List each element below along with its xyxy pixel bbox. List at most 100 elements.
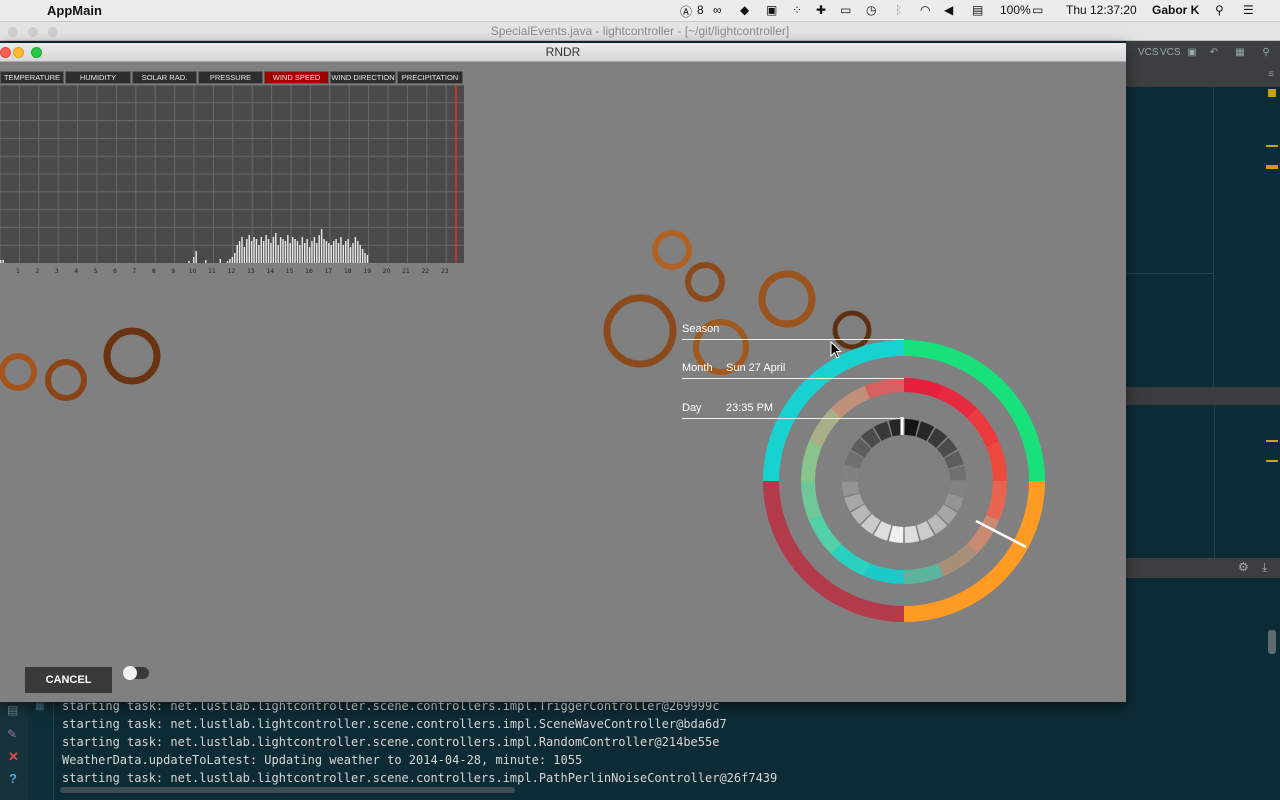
grid-icon[interactable]: ⁘ — [792, 3, 802, 17]
ring — [45, 359, 87, 401]
glasses-icon[interactable]: ∞ — [713, 3, 722, 17]
hour-segment[interactable] — [944, 493, 964, 512]
close-button[interactable] — [0, 47, 11, 58]
ide-zoom-button[interactable] — [48, 27, 58, 37]
console-horizontal-scrollbar[interactable] — [60, 787, 515, 793]
month-segment[interactable] — [831, 385, 871, 419]
flag-icon[interactable]: ▤ — [972, 3, 983, 17]
hour-segment[interactable] — [844, 493, 864, 512]
gear-icon[interactable]: ⚙ — [1238, 560, 1249, 574]
warning-marker[interactable] — [1268, 89, 1276, 97]
vcs-update-icon[interactable]: VCS — [1138, 45, 1159, 61]
spotlight-icon[interactable]: ⚲ — [1215, 3, 1224, 17]
minimize-button[interactable] — [13, 47, 24, 58]
plus-icon[interactable]: ✚ — [816, 3, 826, 17]
volume-icon[interactable]: ◀ — [944, 3, 953, 17]
user-menu[interactable]: Gabor K — [1152, 3, 1199, 17]
hour-segment[interactable] — [948, 481, 966, 497]
hour-segment[interactable] — [944, 450, 964, 469]
month-segment[interactable] — [831, 543, 871, 577]
hour-segment[interactable] — [927, 427, 948, 449]
month-segment[interactable] — [966, 514, 1000, 554]
hour-segment[interactable] — [936, 504, 958, 525]
ide-divider-bar — [1126, 387, 1280, 405]
console-output[interactable]: starting task: net.lustlab.lightcontroll… — [62, 699, 777, 787]
month-segment[interactable] — [903, 378, 944, 399]
vcs-commit-icon[interactable]: VCS — [1160, 45, 1181, 61]
season-spring[interactable] — [903, 340, 1045, 482]
battery-icon[interactable]: ▭ — [1032, 3, 1043, 17]
month-segment[interactable] — [986, 480, 1007, 521]
search-icon[interactable]: ⚲ — [1258, 45, 1274, 61]
marker[interactable] — [1266, 460, 1278, 462]
app-menu[interactable]: AppMain — [47, 3, 102, 18]
month-segment[interactable] — [864, 378, 905, 399]
ide-editor[interactable] — [1126, 87, 1280, 387]
dropbox-icon[interactable]: ◆ — [740, 3, 749, 17]
help-icon[interactable]: ? — [9, 771, 17, 786]
wifi-icon[interactable]: ◠ — [920, 3, 930, 17]
marker[interactable] — [1266, 440, 1278, 442]
hide-icon[interactable]: ⤓ — [1262, 560, 1267, 575]
structure-icon[interactable]: ▦ — [1232, 45, 1248, 61]
hour-segment[interactable] — [844, 450, 864, 469]
marker[interactable] — [1266, 165, 1278, 169]
month-segment[interactable] — [937, 385, 977, 419]
hour-segment[interactable] — [850, 437, 872, 458]
stop-icon[interactable]: ▦ — [35, 701, 44, 712]
hour-segment[interactable] — [936, 437, 958, 458]
hour-segment[interactable] — [842, 465, 860, 481]
ring — [685, 262, 725, 302]
timemachine-icon[interactable]: ◷ — [866, 3, 876, 17]
pin-icon[interactable]: ✎ — [7, 727, 17, 741]
hour-segment[interactable] — [860, 513, 881, 535]
season-summer[interactable] — [903, 480, 1045, 622]
month-segment[interactable] — [903, 563, 944, 584]
adobe-icon[interactable]: Ⓐ — [680, 3, 692, 20]
month-segment[interactable] — [801, 441, 822, 482]
cancel-button[interactable]: CANCEL — [25, 667, 112, 693]
hour-segment[interactable] — [904, 525, 920, 543]
ide-close-button[interactable] — [8, 27, 18, 37]
month-segment[interactable] — [808, 514, 842, 554]
season-winter[interactable] — [763, 340, 905, 482]
month-segment[interactable] — [966, 408, 1000, 448]
hour-segment[interactable] — [916, 421, 935, 441]
revert-icon[interactable]: ↶ — [1206, 45, 1222, 61]
ide-editor-lower[interactable] — [1126, 405, 1280, 558]
hour-segment[interactable] — [948, 465, 966, 481]
hour-segment[interactable] — [916, 521, 935, 541]
month-segment[interactable] — [986, 441, 1007, 482]
hour-segment[interactable] — [904, 419, 920, 437]
hour-segment[interactable] — [860, 427, 881, 449]
notification-icon[interactable]: ☰ — [1243, 3, 1254, 17]
month-underline — [682, 378, 904, 379]
hour-segment[interactable] — [888, 525, 904, 543]
console-vertical-scrollbar[interactable] — [1268, 630, 1276, 654]
month-segment[interactable] — [864, 563, 905, 584]
zoom-button[interactable] — [31, 47, 42, 58]
clipboard-icon[interactable]: ▣ — [766, 3, 777, 17]
layout-icon[interactable]: ▤ — [7, 703, 18, 717]
bluetooth-icon[interactable]: ᛒ — [895, 3, 902, 17]
clock[interactable]: Thu 12:37:20 — [1066, 3, 1137, 17]
season-dial[interactable] — [754, 331, 1054, 631]
season-autumn[interactable] — [763, 480, 905, 622]
day-underline — [682, 418, 904, 419]
ide-minimize-button[interactable] — [28, 27, 38, 37]
hour-segment[interactable] — [927, 513, 948, 535]
hour-segment[interactable] — [842, 481, 860, 497]
tab-list-icon[interactable]: ≡ — [1268, 69, 1274, 80]
month-segment[interactable] — [801, 480, 822, 521]
month-segment[interactable] — [937, 543, 977, 577]
ide-toolbar: VCS VCS ▣ ↶ ▦ ⚲ — [1126, 41, 1280, 67]
hour-segment[interactable] — [850, 504, 872, 525]
airplay-icon[interactable]: ▭ — [840, 3, 851, 17]
close-icon[interactable]: ✕ — [8, 749, 19, 765]
hour-segment[interactable] — [873, 421, 892, 441]
marker[interactable] — [1266, 145, 1278, 147]
rndr-window: RNDR TEMPERATURE HUMIDITY SOLAR RAD. PRE… — [0, 43, 1126, 702]
history-icon[interactable]: ▣ — [1184, 45, 1200, 61]
toggle-switch[interactable] — [123, 666, 149, 680]
hour-segment[interactable] — [873, 521, 892, 541]
